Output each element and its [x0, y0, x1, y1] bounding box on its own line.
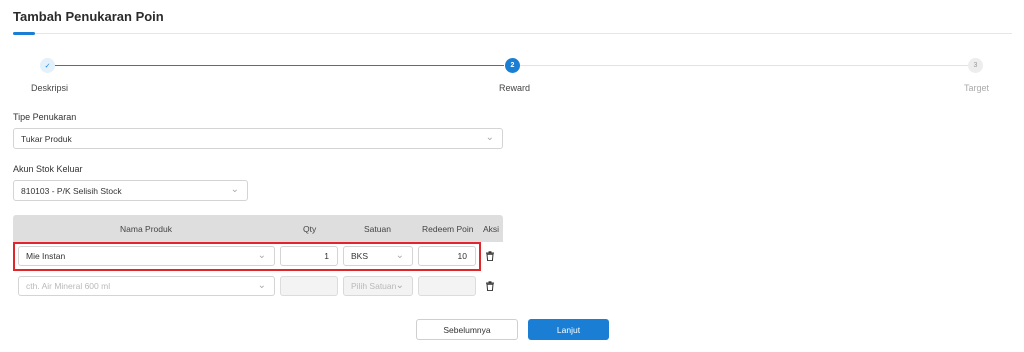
tipe-penukaran-value: Tukar Produk [21, 133, 72, 144]
next-button[interactable]: Lanjut [528, 319, 609, 340]
column-header-redeem-poin: Redeem Poin [422, 224, 474, 234]
stepper-line-completed [54, 65, 504, 66]
step-2-label: Reward [499, 83, 531, 93]
table-header: Nama Produk Qty Satuan Redeem Poin Aksi [13, 215, 503, 242]
step-2-number: 2 [510, 62, 515, 69]
row-2-qty-input[interactable] [280, 276, 338, 296]
row-2-product-select[interactable]: cth. Air Mineral 600 ml ⌄ [18, 276, 275, 296]
akun-stok-select[interactable]: 810103 - P/K Selisih Stock ⌄ [13, 180, 248, 201]
akun-stok-value: 810103 - P/K Selisih Stock [21, 185, 122, 196]
trash-icon[interactable] [485, 251, 495, 261]
back-button[interactable]: Sebelumnya [416, 319, 518, 340]
trash-icon[interactable] [485, 281, 495, 291]
step-1-label: Deskripsi [31, 83, 69, 93]
column-header-aksi: Aksi [483, 224, 500, 234]
stepper-line-pending [520, 65, 968, 66]
chevron-down-icon: ⌄ [257, 280, 266, 291]
chevron-down-icon: ⌄ [485, 132, 494, 143]
column-header-qty: Qty [303, 224, 317, 234]
page: Tambah Penukaran Poin ✓ 2 3 Deskripsi Re… [0, 0, 1024, 352]
tipe-penukaran-label: Tipe Penukaran [13, 112, 77, 122]
tipe-penukaran-select[interactable]: Tukar Produk ⌄ [13, 128, 503, 149]
akun-stok-label: Akun Stok Keluar [13, 164, 83, 174]
step-2-circle[interactable]: 2 [505, 58, 520, 73]
step-3-number: 3 [973, 62, 978, 69]
title-divider [13, 33, 1012, 34]
chevron-down-icon: ⌄ [395, 280, 404, 291]
column-header-nama-produk: Nama Produk [120, 224, 172, 234]
step-3-circle[interactable]: 3 [968, 58, 983, 73]
check-icon: ✓ [44, 62, 51, 70]
page-title: Tambah Penukaran Poin [13, 9, 164, 24]
step-3-label: Target [964, 83, 990, 93]
column-header-satuan: Satuan [364, 224, 391, 234]
row-2-product-placeholder: cth. Air Mineral 600 ml [26, 281, 111, 291]
highlight-box [13, 242, 481, 271]
step-1-circle[interactable]: ✓ [40, 58, 55, 73]
title-accent-bar [13, 32, 35, 35]
row-2-points-input[interactable] [418, 276, 476, 296]
chevron-down-icon: ⌄ [230, 184, 239, 195]
row-2-unit-placeholder: Pilih Satuan [351, 281, 397, 291]
row-2-unit-select[interactable]: Pilih Satuan ⌄ [343, 276, 413, 296]
